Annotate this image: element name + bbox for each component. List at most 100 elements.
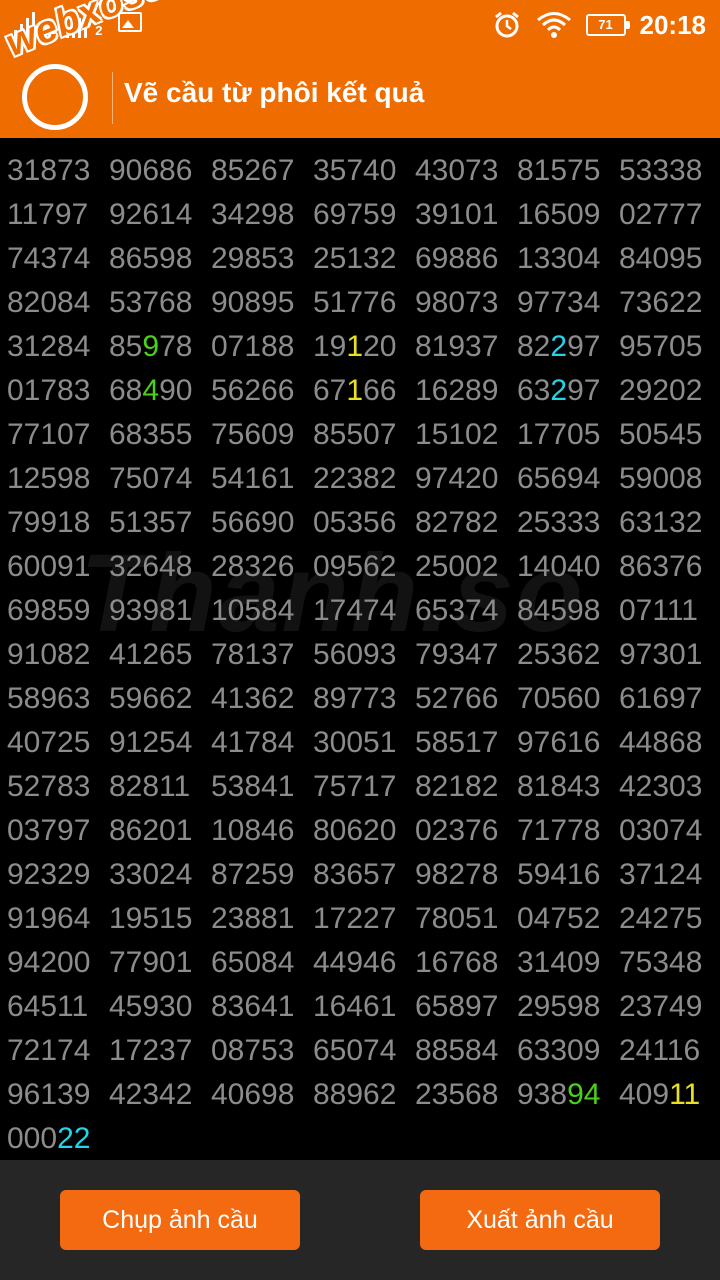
result-number: 03074: [619, 809, 702, 853]
result-row: 96139 42342 40698 88962 23568 93894 40911: [0, 1073, 720, 1117]
result-number: 24275: [619, 897, 702, 941]
export-bridge-button[interactable]: Xuất ảnh cầu: [420, 1190, 660, 1250]
number-digits: 66: [363, 374, 397, 407]
number-digits: 70560: [517, 682, 601, 715]
number-digits: 90895: [211, 286, 295, 319]
number-digits: 52783: [7, 770, 91, 803]
result-row: 52783 82811 53841 75717 82182 81843 42303: [0, 765, 720, 809]
number-digits: 78: [159, 330, 193, 363]
number-digits: 82782: [415, 506, 499, 539]
result-row: 11797 92614 34298 69759 39101 16509 02777: [0, 193, 720, 237]
result-number: 54161: [211, 457, 294, 501]
number-digits: 17705: [517, 418, 601, 451]
number-digits: 43073: [415, 154, 499, 187]
result-number: 56266: [211, 369, 294, 413]
result-number: 25362: [517, 633, 600, 677]
number-digits: 25002: [415, 550, 499, 583]
result-number: 45930: [109, 985, 192, 1029]
result-number: 51776: [313, 281, 396, 325]
number-digits: 65897: [415, 990, 499, 1023]
number-digits: 78137: [211, 638, 295, 671]
result-row: 03797 86201 10846 80620 02376 71778 03074: [0, 809, 720, 853]
number-digits: 34298: [211, 198, 295, 231]
result-number: 83657: [313, 853, 396, 897]
number-digits: 98073: [415, 286, 499, 319]
result-number: 63132: [619, 501, 702, 545]
number-digits: 98278: [415, 858, 499, 891]
result-number: 85507: [313, 413, 396, 457]
number-digits: 97420: [415, 462, 499, 495]
result-number: 77901: [109, 941, 192, 985]
number-digits: 31409: [517, 946, 601, 979]
number-digits: 90686: [109, 154, 193, 187]
result-number: 44868: [619, 721, 702, 765]
number-digits: 56093: [313, 638, 397, 671]
result-number: 70560: [517, 677, 600, 721]
number-digits: 63309: [517, 1034, 601, 1067]
result-number: 56093: [313, 633, 396, 677]
result-number: 23568: [415, 1073, 498, 1117]
result-number: 52783: [7, 765, 90, 809]
number-digits: 69759: [313, 198, 397, 231]
number-digits: 63: [517, 374, 551, 407]
back-clock-icon[interactable]: [22, 64, 88, 130]
result-number: 50545: [619, 413, 702, 457]
result-number: 52766: [415, 677, 498, 721]
result-number: 94200: [7, 941, 90, 985]
number-digits: 64511: [7, 990, 89, 1023]
number-digits: 01783: [7, 374, 91, 407]
result-number: 08753: [211, 1029, 294, 1073]
result-number: 02376: [415, 809, 498, 853]
number-digits: 91082: [7, 638, 91, 671]
result-row: 91964 19515 23881 17227 78051 04752 24275: [0, 897, 720, 941]
result-number: 31409: [517, 941, 600, 985]
result-number: 93894: [517, 1073, 600, 1117]
result-number: 13304: [517, 237, 600, 281]
result-number: 87259: [211, 853, 294, 897]
result-number: 56690: [211, 501, 294, 545]
capture-bridge-button[interactable]: Chụp ảnh cầu: [60, 1190, 300, 1250]
result-number: 68355: [109, 413, 192, 457]
number-digits: 60091: [7, 550, 91, 583]
result-number: 63309: [517, 1029, 600, 1073]
highlighted-digits: 1: [346, 374, 364, 407]
result-number: 29853: [211, 237, 294, 281]
result-number: 85978: [109, 325, 192, 369]
result-number: 81575: [517, 149, 600, 193]
result-number-grid[interactable]: Thanh.so 31873 90686 85267 35740 43073 81575 5…: [0, 138, 720, 1160]
result-number: 65084: [211, 941, 294, 985]
result-number: 85267: [211, 149, 294, 193]
number-digits: 96139: [7, 1078, 91, 1111]
result-number: 60091: [7, 545, 90, 589]
number-digits: 42342: [109, 1078, 193, 1111]
result-number: 10584: [211, 589, 294, 633]
result-number: 28326: [211, 545, 294, 589]
result-number: 39101: [415, 193, 498, 237]
highlighted-digits: 22: [57, 1122, 91, 1155]
result-number: 88584: [415, 1029, 498, 1073]
number-digits: 40698: [211, 1078, 295, 1111]
result-number: 32648: [109, 545, 192, 589]
result-number: 90686: [109, 149, 192, 193]
number-digits: 84598: [517, 594, 601, 627]
number-digits: 52766: [415, 682, 499, 715]
result-number: 43073: [415, 149, 498, 193]
result-number: 41265: [109, 633, 192, 677]
result-row: 94200 77901 65084 44946 16768 31409 75348: [0, 941, 720, 985]
result-number: 89773: [313, 677, 396, 721]
number-digits: 29202: [619, 374, 703, 407]
result-number: 16509: [517, 193, 600, 237]
number-digits: 89773: [313, 682, 397, 715]
result-number: 04752: [517, 897, 600, 941]
result-number: 16768: [415, 941, 498, 985]
number-digits: 82182: [415, 770, 499, 803]
result-number: 31873: [7, 149, 90, 193]
result-number: 78051: [415, 897, 498, 941]
number-digits: 75348: [619, 946, 703, 979]
number-digits: 03797: [7, 814, 91, 847]
number-digits: 97734: [517, 286, 601, 319]
result-number: 78137: [211, 633, 294, 677]
result-number: 40911: [619, 1073, 700, 1117]
result-number: 97616: [517, 721, 600, 765]
number-digits: 81937: [415, 330, 499, 363]
